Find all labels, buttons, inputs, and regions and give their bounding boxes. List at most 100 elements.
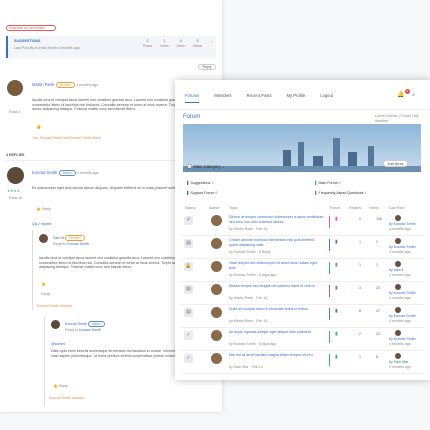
reply-count: 0 (359, 217, 361, 221)
author-name[interactable]: Martin Resk (32, 82, 54, 87)
avatar (211, 238, 222, 249)
author-name[interactable]: Konrad Smith (32, 170, 57, 175)
topic-author: by Konrad Smith · 8 Reply (229, 250, 271, 254)
status-icon: ▤ (184, 285, 193, 294)
topic-link[interactable]: Vitae aliquet nec ullamcorper sit amet r… (229, 261, 324, 270)
reply-link[interactable]: Reply (41, 207, 50, 211)
topic-link[interactable]: Ornare aenean euismod elementum nisi qui… (229, 238, 324, 247)
avatar (211, 261, 222, 272)
forum-color-bar (329, 262, 330, 274)
nav-recent-posts[interactable]: Recent Posts (247, 93, 272, 103)
avatar (39, 234, 48, 243)
topic-link[interactable]: Massa tempor nec feugiat nisl pretium fu… (229, 284, 324, 289)
topic-link[interactable]: Nisi est sit amet facilisis magna etiam … (229, 353, 324, 358)
topic-row[interactable]: # Dictum at tempor commodo ullamcorper a … (181, 214, 424, 236)
topic-link[interactable]: Ac turpis egestas integer eget aliquet n… (229, 330, 324, 335)
view-count: 1 (376, 240, 378, 244)
topic-row[interactable]: ▤ Massa tempor nec feugiat nisl pretium f… (181, 283, 424, 305)
topic-row[interactable]: 🔒 Vitae aliquet nec ullamcorper sit amet … (181, 260, 424, 282)
view-count: 108 (376, 217, 382, 221)
role-badge: Admin (87, 321, 105, 328)
last-post-info: by Konrad Smith 4 months ago (389, 222, 416, 231)
topic-row[interactable]: ✓ Nisi est sit amet facilisis magna etiam… (181, 352, 424, 374)
reply-link[interactable]: Reply (58, 384, 67, 388)
avatar (211, 284, 222, 295)
view-count: 47 (376, 309, 380, 313)
last-post-info: by sam it 4 months ago (389, 268, 411, 277)
forum-color-bar (329, 331, 330, 343)
section-faq[interactable]: ▌ Frequently Asked Questions 1 (315, 191, 367, 196)
reply-count: 2 (359, 332, 361, 336)
nav-my-profile[interactable]: My Profile (287, 93, 306, 103)
reply-link[interactable]: Reply (41, 292, 50, 297)
add-news-button[interactable]: Add News (383, 160, 408, 167)
replies-count: 4 REPLIES (6, 153, 25, 157)
topic-link[interactable]: Nulla at volutpat diam ut venenatis tell… (229, 307, 324, 312)
avatar (7, 80, 23, 96)
topic-link[interactable]: Dictum at tempor commodo ullamcorper a l… (229, 215, 324, 224)
section-suggestions[interactable]: ▌ Suggestions 2 (187, 181, 213, 186)
post-time: 4 months ago (76, 83, 99, 87)
like-icon[interactable]: 👍 (41, 282, 45, 287)
chevron-down-icon[interactable]: ⌄ (210, 39, 213, 55)
like-icon[interactable]: 👍 Reply (36, 207, 51, 212)
reply-count: 1 (359, 355, 361, 359)
mention[interactable]: @sammi (51, 342, 65, 347)
nested-replies-toggle[interactable]: Qq 2 replies (32, 222, 51, 227)
forum-icon: ▮ (335, 285, 338, 291)
forum-color-bar (329, 239, 330, 251)
reply-count: 1 (359, 263, 361, 267)
status-icon: ✓ (184, 354, 193, 363)
topic-stats: 2 Posts 1 Votes 4 Likes 9 Views ⌄ (143, 39, 213, 55)
forum-color-bar (329, 308, 330, 320)
topic-author: by Konrad Smith · 8 days ago (229, 342, 277, 346)
user-rank: Rank 16 (9, 196, 23, 200)
topic-row[interactable]: ▤ Nulla at volutpat diam ut venenatis tel… (181, 306, 424, 328)
view-count: 1 (376, 263, 378, 267)
last-post-meta: Last Post By Konrad Smith 4 months ago (14, 46, 80, 50)
search-icon[interactable]: ⌕ (412, 92, 415, 98)
avatar (395, 330, 401, 336)
forum-icon: ▮ (335, 331, 338, 337)
section-support-forum[interactable]: ▌ Support Forum 5 (187, 191, 218, 196)
author-name[interactable]: Konrad Smith (65, 322, 87, 326)
forum-nav: Forums Members Recent Posts My Profile L… (175, 80, 430, 110)
breadcrumb: Lorem Rooms | Forum | My Member (375, 114, 419, 123)
subscribe-button[interactable]: Subscribe for new replies (6, 25, 56, 31)
reply-button[interactable]: Reply (198, 64, 216, 70)
nav-forums[interactable]: Forums (185, 93, 200, 103)
forum-icon: ▮ (335, 308, 338, 314)
role-badge: Member (65, 235, 86, 242)
avatar (395, 284, 401, 290)
avatar (211, 215, 222, 226)
like-icon[interactable]: 👍 Reply (53, 384, 68, 389)
reacted-by: Konrad Smith reacted (37, 304, 72, 308)
forum-icon: ▮ (335, 239, 338, 245)
avatar (395, 261, 401, 267)
topic-author: by Martin Resk · Feb 14 (229, 319, 268, 323)
avatar (211, 330, 222, 341)
topic-title: SUGGESTIONS (14, 39, 41, 43)
avatar (395, 215, 401, 221)
topic-row[interactable]: ▤ Ornare aenean euismod elementum nisi qu… (181, 237, 424, 259)
topic-author: by Sam Mar · Feb 14 (229, 365, 263, 369)
forum-color-bar (329, 285, 330, 297)
avatar (211, 353, 222, 364)
author-name[interactable]: Sam M (53, 236, 64, 240)
section-main-forum[interactable]: ▌ Main Forum 2 (315, 181, 341, 186)
topic-author: by Martin Resk · Feb 14 (229, 227, 268, 231)
like-icon[interactable]: 👍 (36, 124, 41, 130)
nav-members[interactable]: Members (214, 93, 231, 103)
topic-row[interactable]: ✓ Ac turpis egestas integer eget aliquet … (181, 329, 424, 351)
user-rank: Rank 0 (9, 110, 21, 114)
avatar (395, 307, 401, 313)
forum-icon: ▮ (335, 216, 338, 222)
bell-icon[interactable]: 🔔 (397, 91, 404, 98)
nav-logout[interactable]: Logout (320, 93, 333, 103)
view-count: 23 (376, 286, 380, 290)
category-label: 💬 Main Category ⌄ (187, 164, 226, 169)
rank-stars: ★★★★ (7, 189, 20, 193)
reply-count: 6 (359, 309, 361, 313)
liked-by: You, Konrad Smith and Konrad Smith liked (32, 136, 100, 140)
last-post-info: by Konrad Smith 4 months ago (389, 245, 416, 254)
